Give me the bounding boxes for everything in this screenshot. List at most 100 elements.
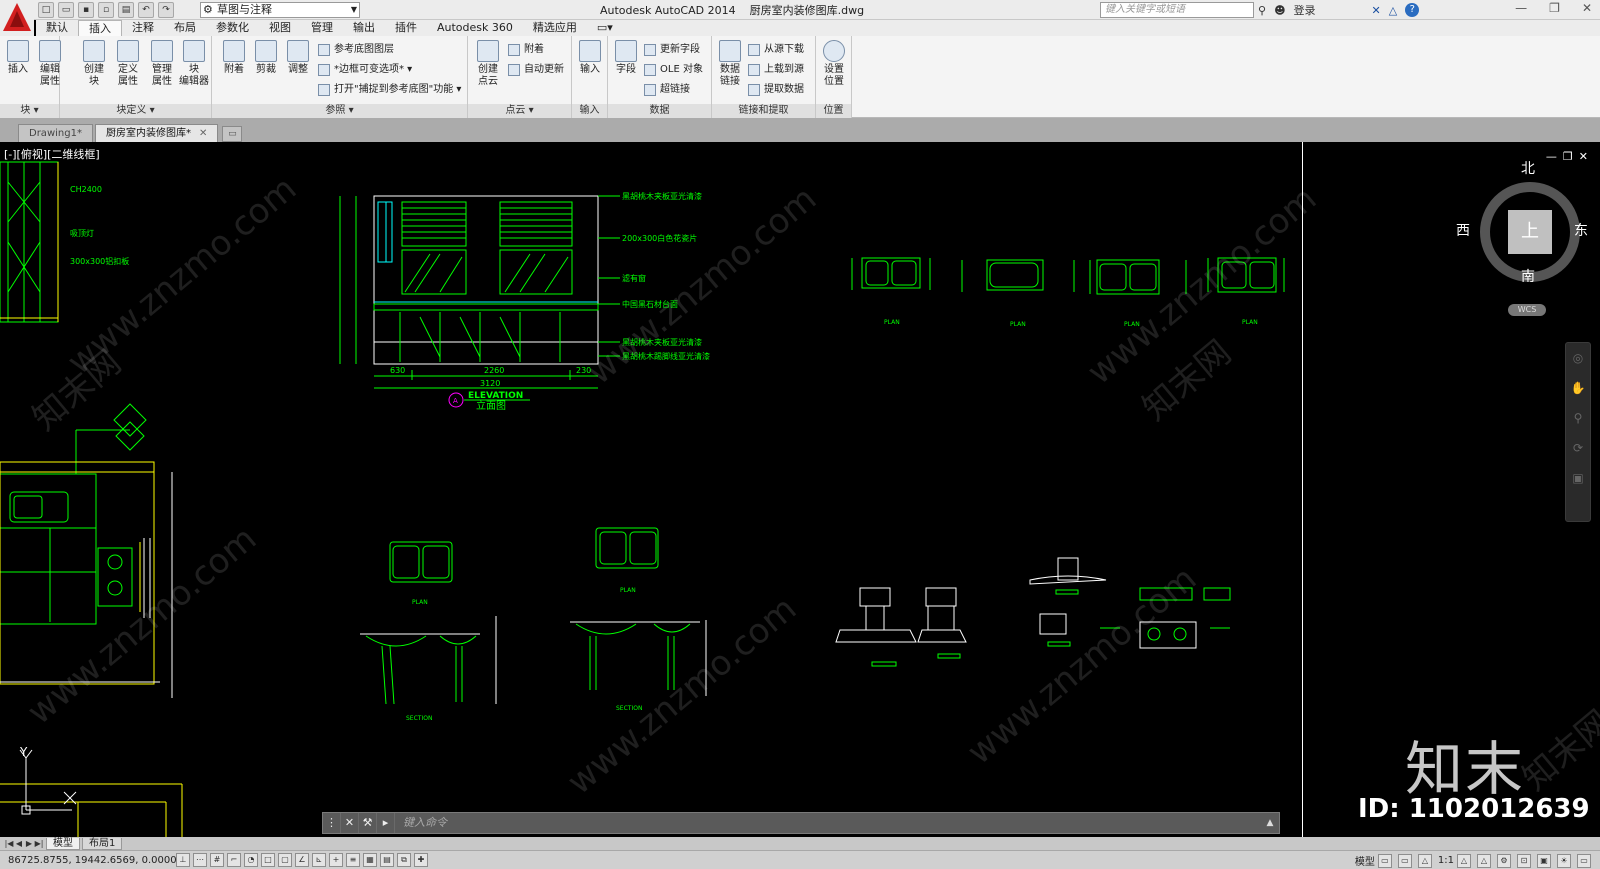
new-tab-icon[interactable]: ▭ (222, 126, 243, 142)
point-cloud-attach-button[interactable]: 附着 (508, 42, 544, 58)
close-icon[interactable]: ✕ (1582, 1, 1592, 15)
tab-default[interactable]: 默认 (36, 20, 78, 36)
set-location-button[interactable]: 设置 位置 (818, 40, 850, 88)
viewport-close-icon[interactable]: ✕ (1579, 150, 1588, 163)
clip-button[interactable]: 剪裁 (250, 40, 282, 76)
annotation-monitor-icon[interactable]: ✚ (414, 853, 428, 867)
quick-view-layouts-icon[interactable]: ▭ (1377, 853, 1392, 868)
user-icon[interactable]: ☻ (1274, 4, 1285, 17)
hyperlink-button[interactable]: 超链接 (644, 82, 690, 98)
download-from-source-button[interactable]: 从源下载 (748, 42, 804, 58)
viewcube-south[interactable]: 南 (1521, 266, 1535, 286)
define-attribute-button[interactable]: 定义 属性 (112, 40, 144, 88)
layout-tab-layout1[interactable]: 布局1 (82, 837, 123, 850)
doc-tab-kitchen[interactable]: 厨房室内装修图库* ✕ (94, 124, 219, 142)
frame-vary-dropdown[interactable]: *边框可变选项* ▾ (318, 62, 412, 78)
redo-icon[interactable]: ↷ (158, 2, 174, 18)
application-menu-button[interactable] (0, 0, 34, 36)
tab-view[interactable]: 视图 (259, 20, 301, 36)
command-input[interactable]: 键入命令 (395, 813, 1261, 833)
upload-to-source-button[interactable]: 上载到源 (748, 62, 804, 78)
lineweight-icon[interactable]: ≡ (346, 853, 360, 867)
navigation-bar[interactable]: ◎ ✋ ⚲ ⟳ ▣ (1565, 342, 1591, 522)
search-input[interactable]: 键入关键字或短语 (1100, 2, 1254, 18)
ole-object-button[interactable]: OLE 对象 (644, 62, 703, 78)
insert-block-button[interactable]: 插入 (2, 40, 34, 76)
save-icon[interactable]: ▪ (78, 2, 94, 18)
snap-underlay-dropdown[interactable]: 打开"捕捉到参考底图"功能 ▾ (318, 82, 461, 98)
extract-data-button[interactable]: 提取数据 (748, 82, 804, 98)
tab-featured-apps[interactable]: 精选应用 (523, 20, 587, 36)
command-customize-icon[interactable]: ⚒ (359, 813, 377, 833)
panel-reference-title[interactable]: 参照 ▾ (212, 104, 467, 118)
coordinate-readout[interactable]: 86725.8755, 19442.6569, 0.0000 (0, 855, 177, 866)
auto-update-button[interactable]: 自动更新 (508, 62, 564, 78)
new-icon[interactable]: □ (38, 2, 54, 18)
tab-plugins[interactable]: 插件 (385, 20, 427, 36)
ortho-mode-icon[interactable]: ⌐ (227, 853, 241, 867)
viewcube[interactable]: 上 北 南 东 西 (1456, 161, 1588, 285)
auto-scale-icon[interactable]: △ (1477, 853, 1491, 868)
viewport-restore-icon[interactable]: ❐ (1563, 150, 1573, 163)
viewport-minimize-icon[interactable]: — (1546, 150, 1557, 163)
prev-layout-icon[interactable]: ◀ (14, 839, 24, 848)
pan-icon[interactable]: ✋ (1566, 373, 1590, 403)
hardware-acceleration-icon[interactable]: ▣ (1537, 853, 1551, 868)
layout-tab-model[interactable]: 模型 (46, 837, 80, 850)
attach-button[interactable]: 附着 (218, 40, 250, 76)
tab-insert[interactable]: 插入 (78, 20, 122, 36)
tab-manage[interactable]: 管理 (301, 20, 343, 36)
infer-constraints-icon[interactable]: ⊥ (176, 853, 190, 867)
panel-block-title[interactable]: 块 ▾ (0, 104, 59, 118)
drawing-area[interactable]: CH2400 吸顶灯 300x300铝扣板 黑胡桃木夹板亚光清漆 200x300… (0, 142, 1600, 837)
command-line-grip-icon[interactable]: ⋮ (323, 813, 341, 833)
create-point-cloud-button[interactable]: 创建 点云 (472, 40, 504, 88)
zoom-icon[interactable]: ⚲ (1566, 403, 1590, 433)
viewcube-west[interactable]: 西 (1456, 220, 1470, 240)
import-button[interactable]: 输入 (574, 40, 606, 76)
tab-parametric[interactable]: 参数化 (206, 20, 259, 36)
field-button[interactable]: 字段 (610, 40, 642, 76)
viewcube-east[interactable]: 东 (1574, 220, 1588, 240)
tab-output[interactable]: 输出 (343, 20, 385, 36)
showmotion-icon[interactable]: ▣ (1566, 463, 1590, 493)
selection-cycling-icon[interactable]: ⧉ (397, 853, 411, 867)
annotation-visibility-icon[interactable]: △ (1457, 853, 1471, 868)
object-snap-icon[interactable]: □ (261, 853, 275, 867)
isolate-objects-icon[interactable]: ☀ (1557, 853, 1571, 868)
tab-autodesk-360[interactable]: Autodesk 360 (427, 20, 523, 36)
login-link[interactable]: 登录 (1294, 2, 1316, 18)
grid-display-icon[interactable]: # (210, 853, 224, 867)
viewport-controls-label[interactable]: [-][俯视][二维线框] (4, 146, 100, 162)
data-link-button[interactable]: 数据 链接 (714, 40, 746, 88)
next-layout-icon[interactable]: ▶ (24, 839, 34, 848)
save-as-icon[interactable]: ▫ (98, 2, 114, 18)
dynamic-ucs-icon[interactable]: ⊾ (312, 853, 326, 867)
workspace-switching-icon[interactable]: ⚙ (1497, 853, 1511, 868)
minimize-icon[interactable]: — (1515, 1, 1527, 15)
workspace-selector[interactable]: ⚙ 草图与注释 ▼ (200, 2, 360, 18)
wcs-menu-button[interactable]: WCS (1508, 304, 1546, 316)
object-snap-tracking-icon[interactable]: ∠ (295, 853, 309, 867)
quick-properties-icon[interactable]: ▤ (380, 853, 394, 867)
lock-icon[interactable]: ⊡ (1517, 853, 1531, 868)
command-history-icon[interactable]: ▲ (1261, 818, 1279, 828)
steering-wheel-icon[interactable]: ◎ (1566, 343, 1590, 373)
exchange-icon[interactable]: ✕ (1372, 4, 1381, 17)
doc-tab-drawing1[interactable]: Drawing1* (18, 124, 93, 142)
create-block-button[interactable]: 创建块 (78, 40, 110, 88)
snap-mode-icon[interactable]: ⋯ (193, 853, 207, 867)
a360-icon[interactable]: △ (1389, 4, 1397, 17)
restore-icon[interactable]: ❐ (1549, 1, 1560, 15)
ribbon-options-icon[interactable]: ▭▾ (587, 20, 623, 36)
close-tab-icon[interactable]: ✕ (199, 128, 207, 139)
update-fields-button[interactable]: 更新字段 (644, 42, 700, 58)
polar-tracking-icon[interactable]: ◔ (244, 853, 258, 867)
tab-layout[interactable]: 布局 (164, 20, 206, 36)
panel-point-cloud-title[interactable]: 点云 ▾ (468, 104, 571, 118)
undo-icon[interactable]: ↶ (138, 2, 154, 18)
adjust-button[interactable]: 调整 (282, 40, 314, 76)
model-space-button[interactable]: 模型 (1355, 853, 1375, 868)
help-icon[interactable]: ? (1405, 3, 1420, 17)
viewcube-north[interactable]: 北 (1521, 158, 1535, 178)
